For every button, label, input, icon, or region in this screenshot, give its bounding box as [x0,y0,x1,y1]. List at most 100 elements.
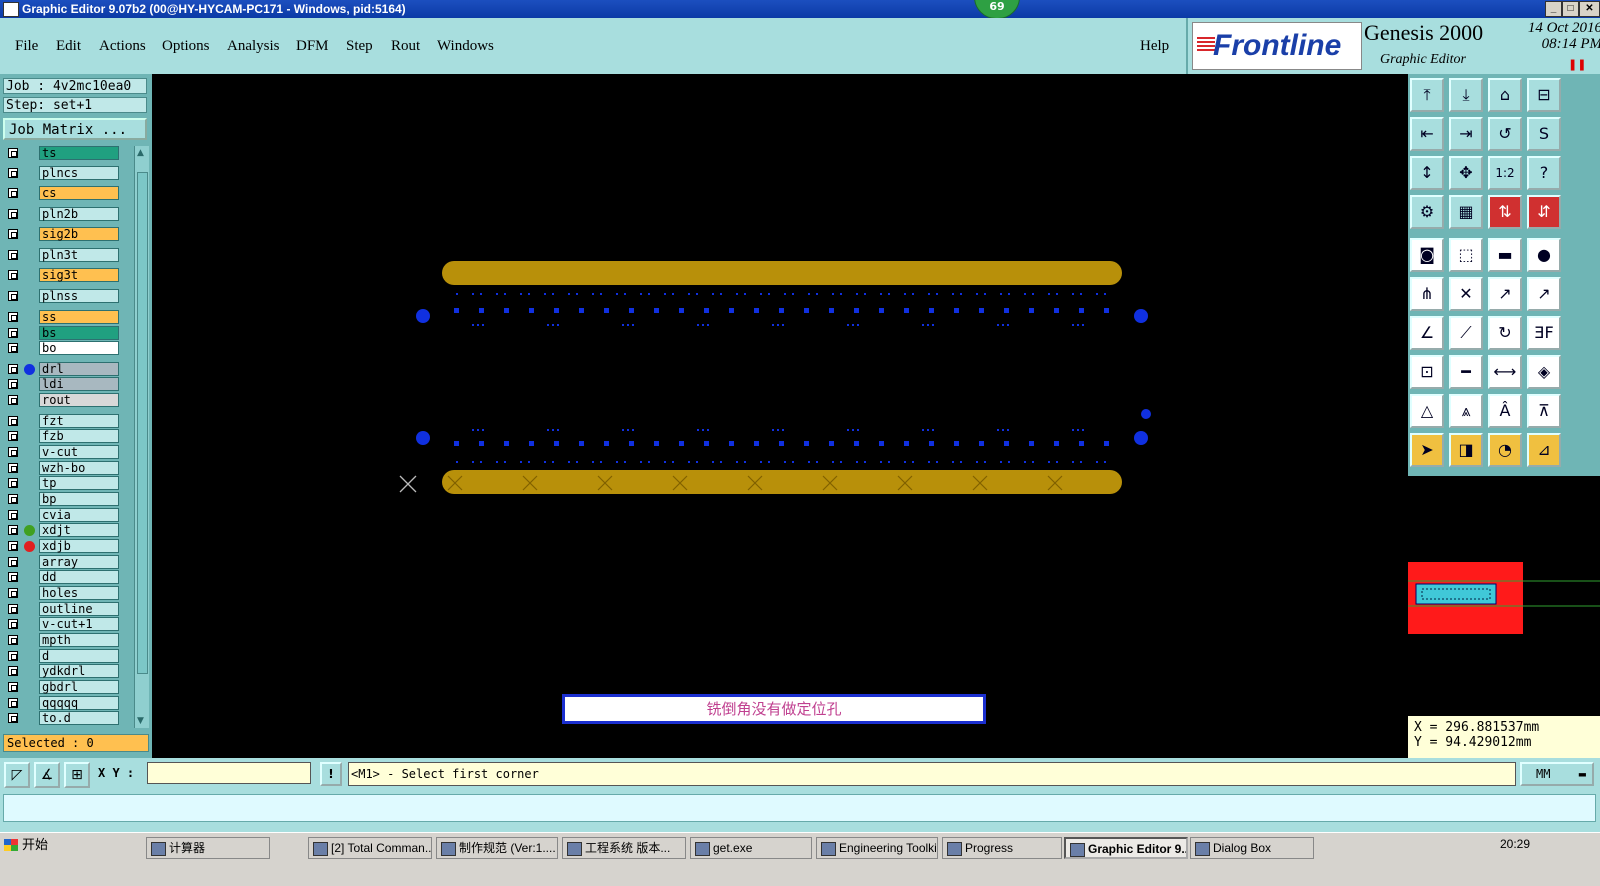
layer-row-mpth[interactable]: mpth [3,633,133,648]
layer-row-v-cut-1[interactable]: v-cut+1 [3,617,133,632]
layer-row-ss[interactable]: ss [3,310,133,325]
layer-row-dd[interactable]: dd [3,570,133,585]
select-circle-icon[interactable]: ◔ [1488,433,1522,467]
layer-checkbox[interactable] [8,635,18,645]
layer-name[interactable]: sig3t [39,268,119,282]
menu-file[interactable]: File [15,38,38,55]
layer-checkbox[interactable] [8,619,18,629]
layer-row-gbdrl[interactable]: gbdrl [3,680,133,695]
layer-row-drl[interactable]: drl [3,362,133,377]
scroll-up-icon[interactable]: ▲ [137,148,144,158]
layer-checkbox[interactable] [8,291,18,301]
overview-preview[interactable] [1408,476,1600,716]
layer-name[interactable]: cs [39,186,119,200]
task-engineering-toolkit[interactable]: Engineering Toolki... [816,837,938,859]
layer-checkbox[interactable] [8,312,18,322]
layer-row-bo[interactable]: bo [3,341,133,356]
menu-options[interactable]: Options [162,38,210,55]
layer-row-ydkdrl[interactable]: ydkdrl [3,664,133,679]
layer-name[interactable]: fzb [39,429,119,443]
layer-row-cs[interactable]: cs [3,186,133,201]
layer-checkbox[interactable] [8,209,18,219]
fit-all-icon[interactable]: ✥ [1449,156,1483,190]
alert-button[interactable]: ! [320,762,342,786]
layer-checkbox[interactable] [8,525,18,535]
task-dialog-box[interactable]: Dialog Box [1190,837,1314,859]
scroll-down-icon[interactable]: ▼ [137,716,144,726]
layer-row-xdjt[interactable]: xdjt [3,523,133,538]
snap-edge-icon[interactable]: ∡ [34,762,60,788]
layer-checkbox[interactable] [8,364,18,374]
select-pointer-icon[interactable]: ➤ [1410,433,1444,467]
shapes-icon[interactable]: ◈ [1527,355,1561,389]
grid-icon[interactable]: ▦ [1449,195,1483,229]
layer-name[interactable]: drl [39,362,119,376]
layer-row-ts[interactable]: ts [3,146,133,161]
layer-name[interactable]: pln2b [39,207,119,221]
move-point-icon[interactable]: ↗ [1488,277,1522,311]
layer-name[interactable]: bo [39,341,119,355]
task-progress[interactable]: Progress [942,837,1062,859]
layer-name[interactable]: rout [39,393,119,407]
dimension-icon[interactable]: ⟷ [1488,355,1522,389]
layer-row-ldi[interactable]: ldi [3,377,133,392]
connect-nodes-icon[interactable]: ⋔ [1410,277,1444,311]
layer-checkbox[interactable] [8,431,18,441]
task-total-commander[interactable]: [2] Total Comman... [308,837,432,859]
menu-analysis[interactable]: Analysis [227,38,280,55]
fit-height-icon[interactable]: ↕ [1410,156,1444,190]
task-graphic-editor[interactable]: Graphic Editor 9... [1064,837,1188,859]
layer-name[interactable]: holes [39,586,119,600]
mirror-icon[interactable]: ƎF [1527,316,1561,350]
angle-line-icon[interactable]: ∠ [1410,316,1444,350]
layer-name[interactable]: dd [39,570,119,584]
layer-row-fzt[interactable]: fzt [3,414,133,429]
menu-windows[interactable]: Windows [437,38,494,55]
layer-compare-icon[interactable]: ⇅ [1488,195,1522,229]
task-calculator[interactable]: 计算器 [146,837,270,859]
layer-row-sig2b[interactable]: sig2b [3,227,133,242]
task-engineering-system[interactable]: 工程系统 版本... [562,837,686,859]
add-circle-icon[interactable]: ● [1527,238,1561,272]
layer-checkbox[interactable] [8,666,18,676]
layer-checkbox[interactable] [8,168,18,178]
layer-checkbox[interactable] [8,395,18,405]
scale-icon[interactable]: 1:2 [1488,156,1522,190]
layer-name[interactable]: ts [39,146,119,160]
close-button[interactable]: ✕ [1579,1,1600,17]
layer-checkbox[interactable] [8,510,18,520]
zoom-out-icon[interactable]: ⤓ [1449,78,1483,112]
snap-settings-icon[interactable]: ⚙ [1410,195,1444,229]
layer-row-xdjb[interactable]: xdjb [3,539,133,554]
pan-left-icon[interactable]: ⇤ [1410,117,1444,151]
layer-row-v-cut[interactable]: v-cut [3,445,133,460]
layer-row-plnss[interactable]: plnss [3,289,133,304]
layer-row-pln3t[interactable]: pln3t [3,248,133,263]
layer-name[interactable]: xdjb [39,539,119,553]
graphic-canvas[interactable]: 铣倒角没有做定位孔 [152,74,1408,758]
window-title-bar[interactable]: Graphic Editor 9.07b2 (00@HY-HYCAM-PC171… [0,0,1600,18]
layer-name[interactable]: ss [39,310,119,324]
layer-name[interactable]: d [39,649,119,663]
layer-checkbox[interactable] [8,682,18,692]
layer-row-fzb[interactable]: fzb [3,429,133,444]
layer-checkbox[interactable] [8,604,18,614]
xy-input[interactable] [147,762,311,784]
layer-row-to-d[interactable]: to.d [3,711,133,726]
layer-checkbox[interactable] [8,651,18,661]
split-view-icon[interactable]: ⊟ [1527,78,1561,112]
select-polygon-icon[interactable]: ⊿ [1527,433,1561,467]
layer-name[interactable]: bs [39,326,119,340]
menu-help[interactable]: Help [1140,38,1169,55]
minimize-button[interactable]: _ [1545,1,1562,17]
layer-row-array[interactable]: array [3,555,133,570]
triangle-base-icon[interactable]: ⊼ [1527,394,1561,428]
layer-checkbox[interactable] [8,379,18,389]
diagonal-line-icon[interactable]: ⟋ [1449,316,1483,350]
layer-checkbox[interactable] [8,478,18,488]
job-matrix-button[interactable]: Job Matrix ... [3,118,147,140]
task-get-exe[interactable]: get.exe [690,837,812,859]
layer-name[interactable]: mpth [39,633,119,647]
layer-name[interactable]: tp [39,476,119,490]
layer-row-d[interactable]: d [3,649,133,664]
